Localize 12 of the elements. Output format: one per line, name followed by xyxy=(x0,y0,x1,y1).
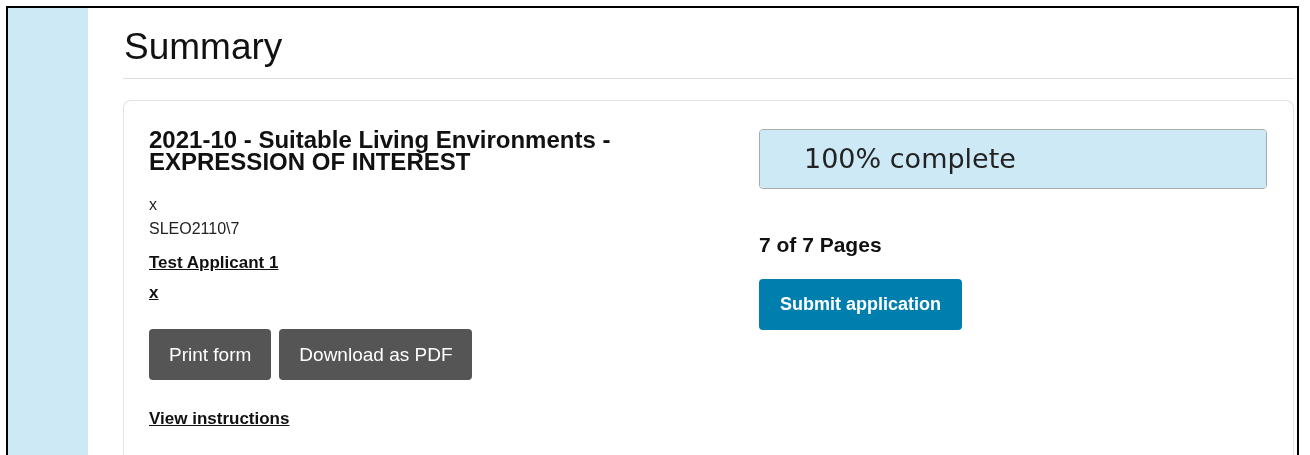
reference-text: SLEO2110\7 xyxy=(149,219,240,239)
download-button[interactable]: Download as PDF xyxy=(279,329,473,380)
application-title: 2021-10 - Suitable Living Environments - EXPRESSION OF INTEREST xyxy=(149,129,612,173)
pages-count: 7 of 7 Pages xyxy=(759,233,882,257)
page-heading: Summary xyxy=(124,25,283,69)
print-button[interactable]: Print form xyxy=(149,329,272,380)
submit-button[interactable]: Submit application xyxy=(759,279,962,330)
applicant-detail-link[interactable]: x xyxy=(149,283,159,303)
applicant-link[interactable]: Test Applicant 1 xyxy=(149,253,279,273)
progress-label: 100% complete xyxy=(804,143,1016,174)
detail-text: x xyxy=(149,195,157,215)
instructions-link[interactable]: View instructions xyxy=(149,409,290,429)
